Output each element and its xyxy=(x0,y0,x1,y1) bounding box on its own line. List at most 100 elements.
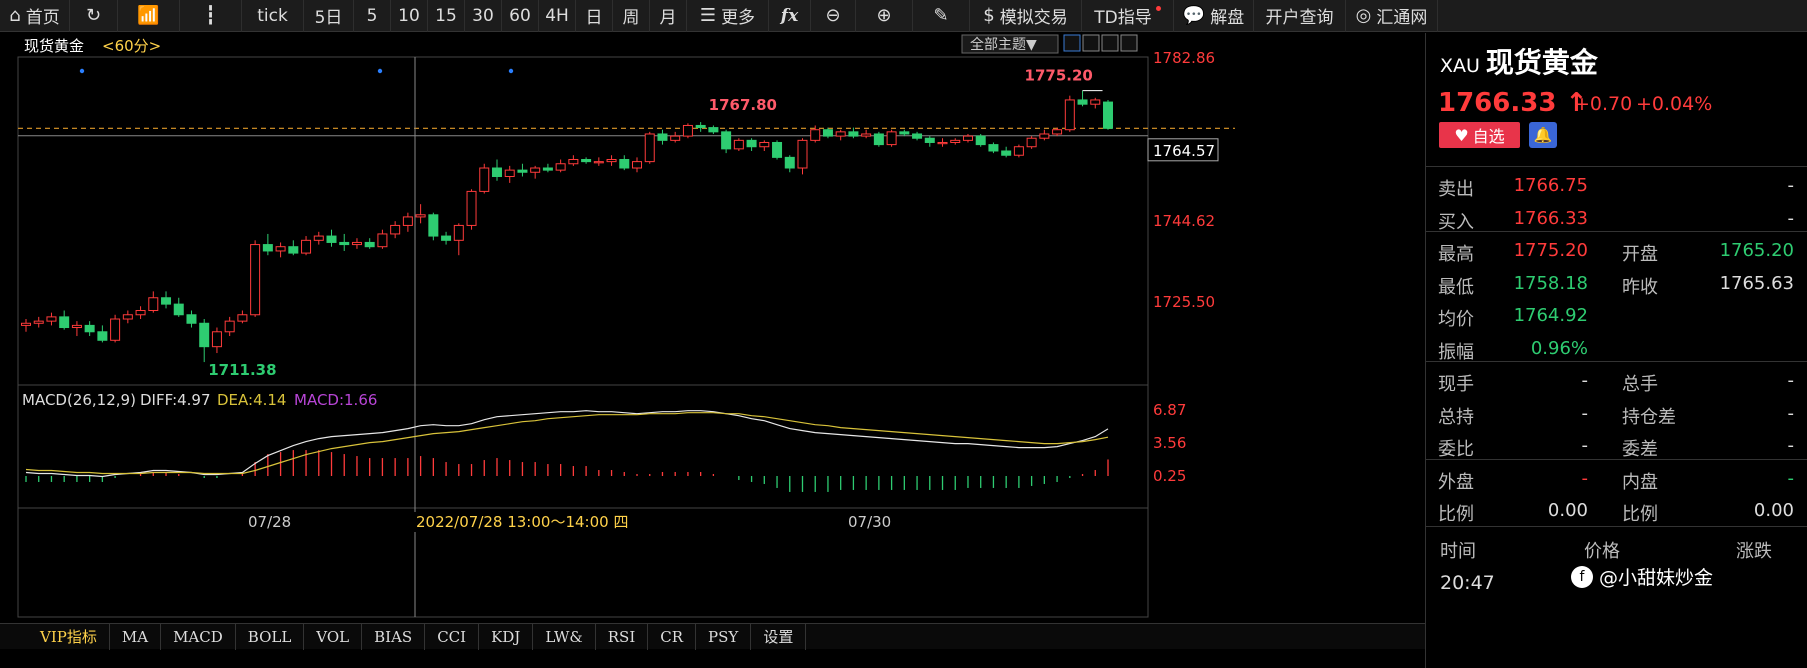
toolbar-item-23[interactable]: 开户查询 xyxy=(1254,0,1346,32)
candle xyxy=(657,133,668,141)
toolbar-item-2[interactable]: 📶 xyxy=(118,0,180,32)
candle xyxy=(491,167,502,178)
toolbar-item-14[interactable]: 月 xyxy=(650,0,687,32)
last-price: 1766.33 ↑ xyxy=(1438,88,1588,118)
candle xyxy=(861,133,872,137)
macd-axis-label: 3.56 xyxy=(1153,434,1186,452)
event-marker[interactable] xyxy=(79,68,85,74)
toolbar-item-0[interactable]: ⌂ 首页 xyxy=(0,0,70,32)
bell-icon: 🔔 xyxy=(1533,126,1553,144)
candle xyxy=(224,320,235,333)
toolbar-item-5[interactable]: 5日 xyxy=(304,0,354,32)
toolbar-item-1[interactable]: ↻ xyxy=(70,0,118,32)
toolbar-item-13[interactable]: 周 xyxy=(613,0,650,32)
x-axis-label: 07/30 xyxy=(848,513,891,531)
indicator-tab-8[interactable]: LW& xyxy=(533,623,596,650)
candle xyxy=(517,169,528,173)
indicator-tab-2[interactable]: MACD xyxy=(161,623,236,650)
indicator-tab-12[interactable]: 设置 xyxy=(751,623,807,650)
toolbar-item-22[interactable]: 💬 解盘 xyxy=(1174,0,1254,32)
toolbar-item-12[interactable]: 日 xyxy=(576,0,613,32)
toolbar-item-20[interactable]: $ 模拟交易 xyxy=(970,0,1082,32)
toolbar-item-6[interactable]: 5 xyxy=(354,0,391,32)
quote-row: 振幅 0.96% xyxy=(1438,337,1588,363)
pen-icon: ✎ xyxy=(933,5,949,26)
instrument-code: XAU xyxy=(1440,55,1480,77)
toolbar-item-17[interactable]: ⊖ xyxy=(811,0,856,32)
candle xyxy=(797,139,808,169)
expand-icon[interactable] xyxy=(1120,34,1138,52)
toolbar-item-15[interactable]: ☰ 更多 xyxy=(687,0,769,32)
toolbar-item-3[interactable]: ┇ xyxy=(180,0,242,32)
price-axis-label: 1725.50 xyxy=(1153,293,1215,311)
indicator-tab-1[interactable]: MA xyxy=(110,623,162,650)
candle xyxy=(568,158,579,165)
candle xyxy=(962,135,973,141)
toolbar-item-8[interactable]: 15 xyxy=(428,0,465,32)
candle xyxy=(708,127,719,133)
row-divider xyxy=(1426,458,1807,460)
indicator-tab-7[interactable]: KDJ xyxy=(479,623,534,650)
toolbar-item-16[interactable]: fx xyxy=(769,0,811,32)
candle xyxy=(428,214,439,237)
low-annotation: 1711.38 xyxy=(208,361,276,379)
toolbar-item-19[interactable]: ✎ xyxy=(913,0,970,32)
candle xyxy=(1052,129,1063,135)
candle xyxy=(479,167,490,192)
macd-value: MACD:1.66 xyxy=(294,391,377,409)
next-icon[interactable] xyxy=(1101,34,1119,52)
crosshair-toggle-icon[interactable] xyxy=(1063,34,1081,52)
indicator-tab-10[interactable]: CR xyxy=(648,623,697,650)
toolbar-item-21[interactable]: TD指导 xyxy=(1082,0,1174,32)
macd-diff: DIFF:4.97 xyxy=(140,391,211,409)
candle xyxy=(84,324,95,333)
toolbar: ⌂ 首页 ↻ 📶 ┇ tick 5日 5 10 15 30 60 4H 日周月 ☰ 更多 fx ⊖ ⊕ ✎ $ 模拟交易 T… xyxy=(0,0,1807,32)
event-marker[interactable] xyxy=(508,68,514,74)
indicator-tab-5[interactable]: BIAS xyxy=(362,623,426,650)
candle xyxy=(886,131,897,146)
toolbar-item-4[interactable]: tick xyxy=(242,0,304,32)
candle xyxy=(71,324,82,329)
event-marker[interactable] xyxy=(377,68,383,74)
indicator-tab-11[interactable]: PSY xyxy=(696,623,752,650)
candle xyxy=(721,131,732,150)
quote-row: 现手 - 总手 - xyxy=(1438,370,1794,395)
toolbar-item-24[interactable]: ◎ 汇通网 xyxy=(1346,0,1438,32)
indicator-tab-3[interactable]: BOLL xyxy=(236,623,305,650)
toolbar-item-18[interactable]: ⊕ xyxy=(856,0,913,32)
candle xyxy=(46,316,57,322)
candle xyxy=(313,235,324,241)
toolbar-item-7[interactable]: 10 xyxy=(391,0,428,32)
home-icon: ⌂ xyxy=(9,5,21,26)
toolbar-item-11[interactable]: 4H xyxy=(539,0,576,32)
toolbar-item-10[interactable]: 60 xyxy=(502,0,539,32)
indicator-tab-4[interactable]: VOL xyxy=(304,623,363,650)
candle xyxy=(530,167,541,173)
candlestick-icon: ┇ xyxy=(205,5,216,26)
kline-chart[interactable]: 现货黄金 <60分> 全部主题▼ 1782.86 1744.62 1725.50 1764.… xyxy=(0,33,1425,623)
crosshair-price-label: 1764.57 xyxy=(1153,142,1215,160)
indicator-tab-6[interactable]: CCI xyxy=(425,623,480,650)
layout-icon[interactable] xyxy=(1082,34,1100,52)
toolbar-item-9[interactable]: 30 xyxy=(465,0,502,32)
indicator-tab-0[interactable]: VIP指标 xyxy=(28,623,110,650)
chart-symbol: 现货黄金 xyxy=(24,37,84,55)
candle xyxy=(746,139,757,148)
candle xyxy=(682,124,693,137)
row-divider xyxy=(1426,361,1807,362)
candle xyxy=(122,314,133,320)
quote-row: 委比 - 委差 - xyxy=(1438,435,1794,460)
candle xyxy=(301,239,312,254)
candle xyxy=(1077,99,1088,105)
candle xyxy=(810,129,821,141)
candle xyxy=(186,314,197,324)
candle xyxy=(542,167,553,171)
candle xyxy=(1090,99,1101,105)
indicator-tab-9[interactable]: RSI xyxy=(596,623,649,650)
quote-panel: XAU 现货黄金 1766.33 ↑ +0.70 +0.04% ♥ 自选 🔔 卖出 1… xyxy=(1425,33,1807,668)
add-favorite-button[interactable]: ♥ 自选 xyxy=(1439,122,1520,148)
alert-bell-button[interactable]: 🔔 xyxy=(1529,122,1557,148)
candle xyxy=(555,163,566,171)
list-icon: ☰ xyxy=(699,5,717,26)
mid-high-annotation: 1767.80 xyxy=(709,96,777,114)
